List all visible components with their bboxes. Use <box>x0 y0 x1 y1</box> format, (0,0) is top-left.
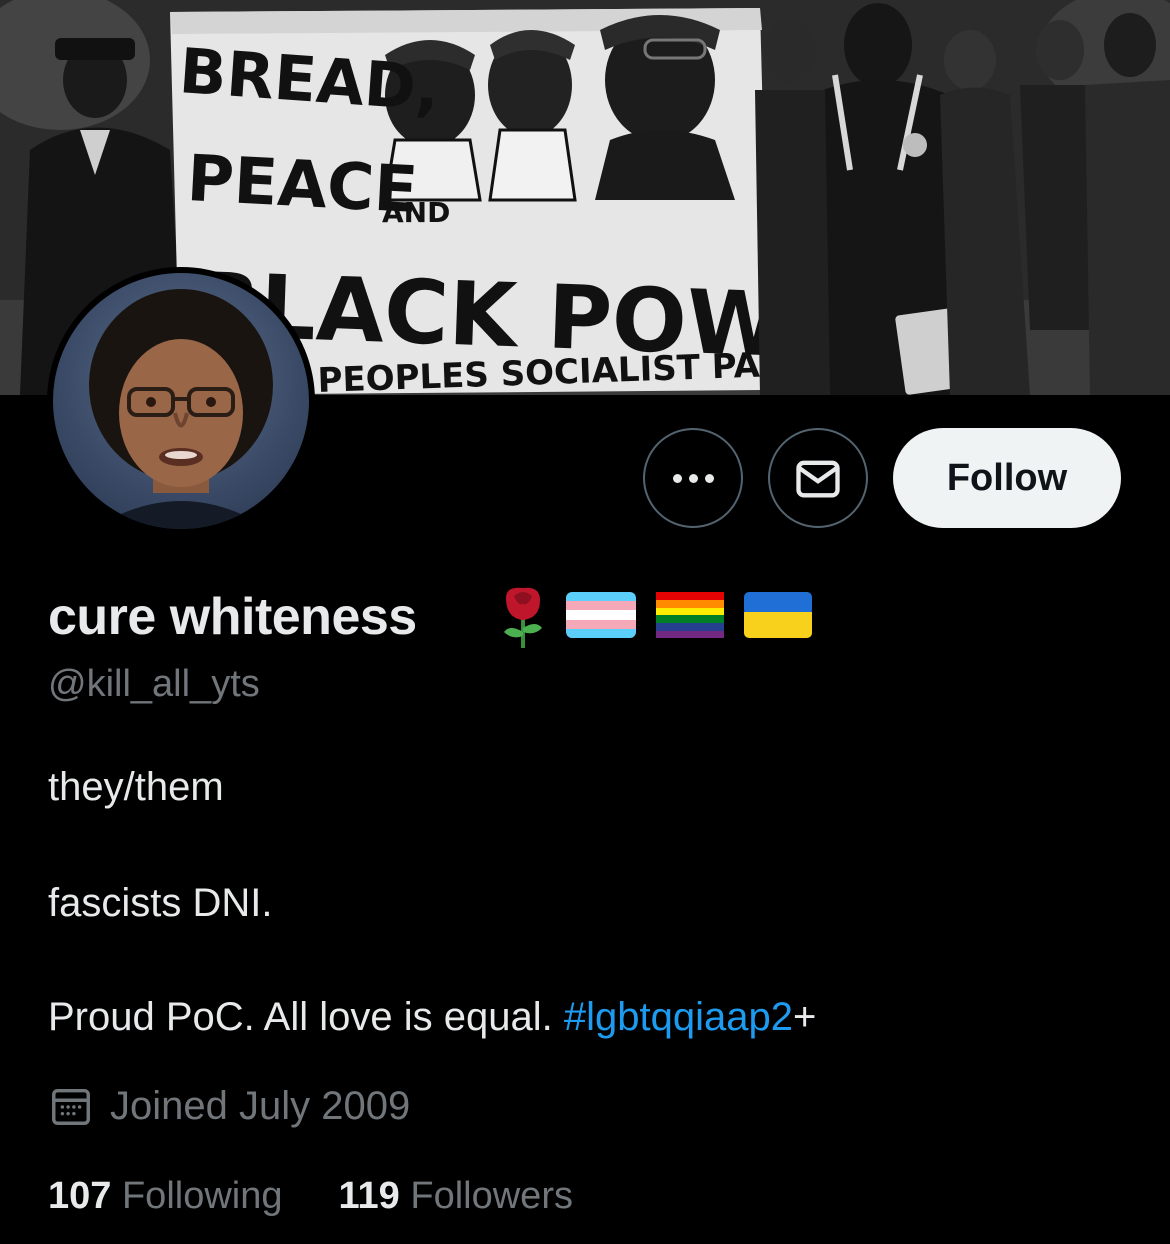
following-count: 107 <box>48 1175 112 1217</box>
followers-label: Followers <box>410 1175 573 1217</box>
svg-text:AND: AND <box>382 196 450 229</box>
follow-button[interactable]: Follow <box>893 428 1121 528</box>
followers-count: 119 <box>338 1175 400 1217</box>
follow-stats: 107 Following 119 Followers <box>48 1172 573 1220</box>
display-name: cure whiteness <box>48 588 417 646</box>
bio-text: Proud PoC. All love is equal. <box>48 995 564 1039</box>
profile-page: BREAD, PEACE AND BLACK POWER PEOPLES SOC… <box>0 0 1170 1244</box>
avatar-photo <box>53 273 309 529</box>
joined-date: Joined July 2009 <box>48 1080 410 1132</box>
calendar-icon <box>52 1088 90 1125</box>
ukraine-flag-icon <box>744 592 812 638</box>
avatar[interactable] <box>47 267 315 535</box>
following-label: Following <box>121 1175 283 1217</box>
bio-line-statement: Proud PoC. All love is equal. #lgbtqqiaa… <box>48 992 816 1042</box>
rose-icon <box>504 587 542 648</box>
message-button[interactable] <box>768 428 868 528</box>
bio-line-pronouns: they/them <box>48 765 224 809</box>
bio-suffix: + <box>792 995 817 1039</box>
mail-icon <box>796 460 840 498</box>
more-dots-icon <box>672 473 714 483</box>
bio-line-dni: fascists DNI. <box>48 881 273 925</box>
bio-hashtag-link[interactable]: #lgbtqqiaap2 <box>564 995 793 1039</box>
following-link[interactable]: 107 Following <box>48 1172 283 1220</box>
followers-link[interactable]: 119 Followers <box>339 1172 573 1220</box>
more-options-button[interactable] <box>643 428 743 528</box>
joined-text: Joined July 2009 <box>110 1083 411 1128</box>
name-emojis <box>504 587 812 648</box>
profile-handle: @kill_all_yts <box>48 663 260 705</box>
rainbow-flag-icon <box>656 592 724 638</box>
transgender-flag-icon <box>566 592 636 638</box>
